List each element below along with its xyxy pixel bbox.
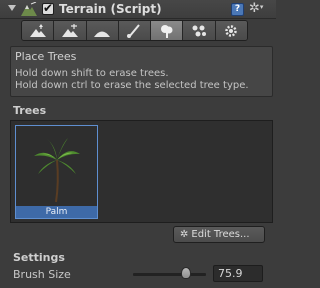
help-line-shift: Hold down shift to erase trees. (15, 68, 169, 79)
component-settings-gear-icon[interactable]: ✲▾ (249, 1, 263, 16)
terrain-settings-icon (225, 24, 238, 37)
paint-height-button[interactable] (54, 21, 87, 40)
component-title: Terrain (Script) (59, 2, 162, 16)
help-title: Place Trees (15, 50, 77, 63)
tool-help-box: Place Trees Hold down shift to erase tre… (10, 46, 273, 97)
component-enabled-checkbox[interactable]: ✔ (42, 1, 54, 15)
help-icon[interactable]: ? (231, 3, 244, 16)
place-trees-button[interactable] (151, 21, 184, 40)
smooth-height-icon (94, 31, 111, 37)
help-line-ctrl: Hold down ctrl to erase the selected tre… (15, 80, 249, 91)
paint-texture-button[interactable] (118, 21, 152, 40)
tree-prototype-label: Palm (16, 206, 97, 218)
edit-trees-button[interactable]: ✲ Edit Trees... (173, 226, 265, 243)
brush-size-slider-handle[interactable] (181, 267, 191, 279)
paint-texture-icon (127, 23, 141, 38)
terrain-inspector: ✔ Terrain (Script) ? ✲▾ Place Trees Hold… (0, 0, 276, 288)
tree-prototype-grid: Palm (10, 120, 273, 223)
smooth-height-button[interactable] (86, 21, 119, 40)
checkmark-icon: ✔ (43, 1, 54, 15)
terrain-icon (21, 2, 37, 16)
terrain-tool-toolbar (21, 20, 248, 41)
place-trees-icon (160, 24, 173, 38)
paint-details-button[interactable] (183, 21, 216, 40)
terrain-settings-button[interactable] (215, 21, 247, 40)
foldout-arrow-icon[interactable] (8, 5, 16, 11)
gear-icon: ✲ (180, 229, 189, 240)
tree-prototype-palm[interactable]: Palm (15, 125, 98, 219)
brush-size-input[interactable]: 75.9 (213, 265, 263, 282)
paint-details-icon (192, 25, 207, 36)
edit-trees-label: Edit Trees... (191, 229, 250, 240)
brush-size-slider-track[interactable] (133, 273, 206, 276)
raise-lower-terrain-icon (29, 23, 46, 37)
trees-section-label: Trees (13, 104, 47, 117)
palm-tree-thumbnail (16, 126, 97, 206)
component-header[interactable]: ✔ Terrain (Script) ? ✲▾ (0, 0, 276, 19)
brush-size-label: Brush Size (13, 268, 71, 281)
paint-height-icon (61, 23, 78, 37)
raise-lower-terrain-button[interactable] (22, 21, 55, 40)
settings-section-label: Settings (13, 251, 65, 264)
